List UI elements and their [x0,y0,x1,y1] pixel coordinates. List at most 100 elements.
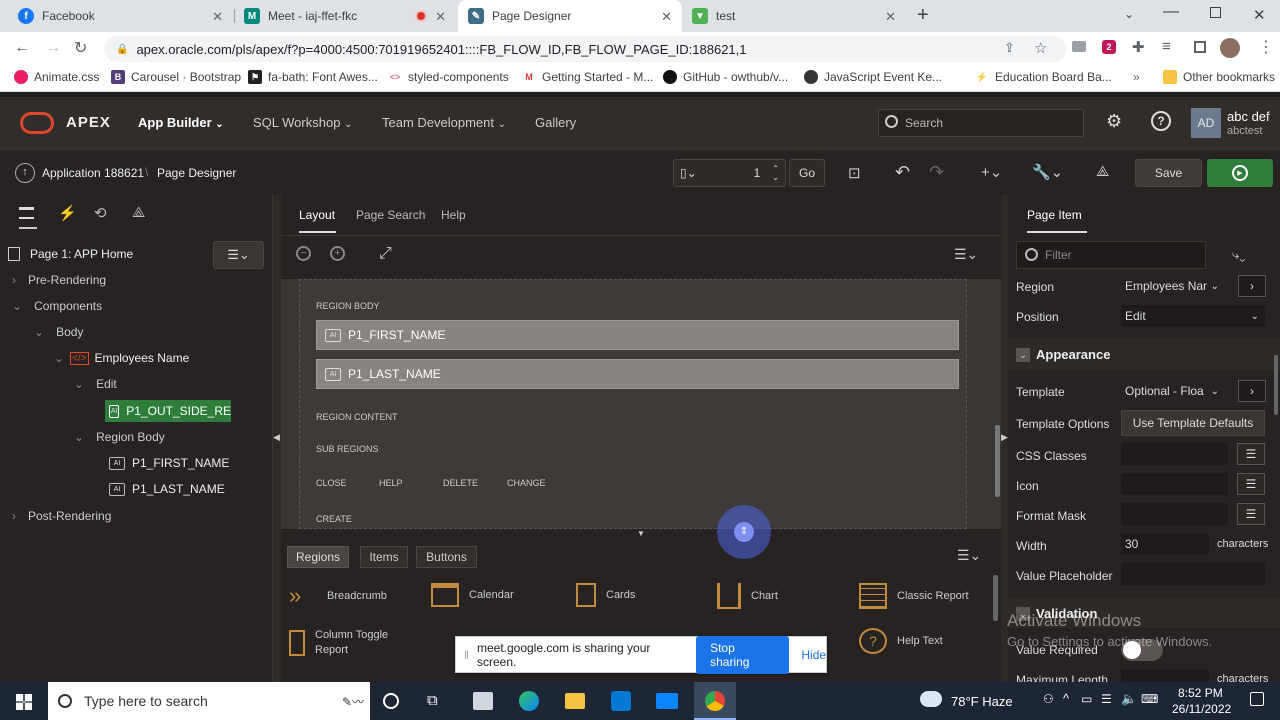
maximize-icon[interactable] [1210,7,1221,18]
bookmark-item[interactable]: Animate.css [14,70,99,84]
tree-node-components[interactable]: ⌄ Components [12,299,102,313]
tree-node-employees-name[interactable]: ⌄ </> Employees Name [54,351,189,365]
gallery-column-toggle-report[interactable]: Column Toggle Report [289,628,419,658]
extension-2-icon[interactable]: 2 [1102,40,1116,54]
volume-icon[interactable]: 🔈 [1121,691,1137,707]
go-button[interactable]: Go [789,159,825,187]
tree-node-pre-rendering[interactable]: › Pre-Rendering [12,273,106,287]
camera-icon[interactable] [1072,41,1086,52]
up-arrow-icon[interactable]: ↑ [15,163,35,183]
network-icon[interactable]: ▭ [1081,692,1092,706]
create-menu-icon[interactable]: +⌄ [981,163,1002,181]
weather-text[interactable]: 78°F Haze [951,694,1013,709]
tree-node-region-body[interactable]: ⌄ Region Body [74,430,165,444]
close-tab-icon[interactable]: ✕ [435,9,446,25]
profile-avatar-icon[interactable] [1220,38,1240,58]
bookmark-item[interactable]: M Getting Started - M... [522,70,653,84]
layout-menu-icon[interactable]: ☰⌄ [954,246,978,263]
reload-icon[interactable]: ↻ [74,38,87,58]
page-node[interactable]: Page 1: APP Home [8,247,133,261]
tree-node-edit[interactable]: ⌄ Edit [74,377,117,391]
undo-icon[interactable]: ↶ [895,162,910,183]
nav-app-builder[interactable]: App Builder ⌄ [138,115,224,130]
property-scrollbar[interactable] [1274,355,1278,415]
tree-node-p1-out-side-re[interactable]: AI P1_OUT_SIDE_RE [105,400,231,422]
bookmark-item[interactable]: GitHub - owthub/v... [663,70,788,84]
close-tab-icon[interactable]: ✕ [885,9,896,25]
nav-sql-workshop[interactable]: SQL Workshop ⌄ [253,115,352,130]
icon-list-button[interactable]: ☰ [1237,473,1265,495]
left-splitter[interactable]: ◀ [273,195,281,682]
drag-handle-icon[interactable]: ‖ [464,648,469,662]
tab-page-item[interactable]: Page Item [1027,208,1082,222]
oracle-logo-icon[interactable] [20,112,54,134]
tray-overflow-icon[interactable]: ^ [1063,691,1069,706]
gallery-tab-items[interactable]: Items [360,546,408,568]
go-to-group-icon[interactable]: ⤷⌄ [1232,247,1245,263]
forward-icon[interactable]: → [45,39,61,57]
new-tab-icon[interactable]: + [917,4,929,27]
taskbar-search-box[interactable]: Type here to search ✎〰 [48,682,370,720]
collapse-down-icon[interactable]: ▼ [637,529,645,538]
change-position[interactable]: CHANGE [507,478,546,488]
region-go-button[interactable]: › [1238,275,1266,297]
user-name[interactable]: abc def [1227,109,1270,124]
run-page-button[interactable]: ▶ [1207,159,1273,187]
weather-cloud-icon[interactable] [920,691,942,707]
processing-icon[interactable]: ⟲ [94,204,107,222]
value-placeholder-input[interactable] [1121,563,1265,585]
tab-test[interactable]: ▼ test ✕ [682,0,906,32]
nav-gallery[interactable]: Gallery [535,115,576,130]
property-filter-input[interactable]: Filter [1016,241,1206,269]
extensions-puzzle-icon[interactable]: ✚ [1132,38,1145,56]
more-bookmarks-icon[interactable]: » [1133,70,1140,84]
collapse-right-icon[interactable]: ▶ [1001,432,1008,443]
tree-node-post-rendering[interactable]: › Post-Rendering [12,509,111,523]
region-select[interactable]: Employees Nar ⌄ [1121,275,1225,297]
close-tab-icon[interactable]: ✕ [212,9,223,25]
zoom-in-icon[interactable]: + [330,246,345,261]
tree-node-body[interactable]: ⌄ Body [34,325,83,339]
zoom-out-icon[interactable]: − [296,246,311,261]
delete-position[interactable]: DELETE [443,478,478,488]
template-options-button[interactable]: Use Template Defaults [1121,410,1265,436]
side-panel-icon[interactable] [1194,41,1206,53]
gallery-scrollbar[interactable] [993,575,998,621]
bookmark-item[interactable]: ⚑ fa-bath: Font Awes... [248,70,378,84]
apex-logo-text[interactable]: APEX [66,114,111,131]
tab-facebook[interactable]: f Facebook ✕ [8,0,233,32]
tab-help[interactable]: Help [441,208,466,222]
gallery-cards[interactable]: Cards [576,583,635,607]
mail-icon[interactable] [656,693,678,709]
rendering-tab-icon[interactable] [19,207,34,219]
tab-search-icon[interactable]: ⌄ [1124,7,1134,21]
reading-list-icon[interactable]: ≡ [1162,38,1171,55]
notification-icon[interactable] [1250,692,1264,706]
minimize-icon[interactable]: — [1163,3,1179,21]
tree-menu-button[interactable]: ☰⌄ [213,241,264,269]
format-mask-input[interactable] [1121,503,1228,525]
utilities-wrench-icon[interactable]: 🔧⌄ [1032,163,1063,181]
close-position[interactable]: CLOSE [316,478,347,488]
tab-page-search[interactable]: Page Search [356,208,425,222]
tab-page-designer[interactable]: ✎ Page Designer ✕ [458,0,682,32]
bookmark-item[interactable]: <> styled-components [388,70,509,84]
gallery-tab-regions[interactable]: Regions [287,546,349,568]
collapse-left-icon[interactable]: ◀ [273,432,280,443]
edge-icon[interactable] [519,691,539,711]
width-input[interactable]: 30 [1121,533,1209,555]
gallery-chart[interactable]: Chart [717,583,778,609]
wifi-icon[interactable]: ☰ [1101,692,1112,706]
appearance-group-header[interactable]: ⌄ Appearance [1008,338,1280,370]
position-select[interactable]: Edit ⌄ [1121,305,1265,327]
breadcrumb-application[interactable]: Application 188621 [42,166,144,180]
item-p1-last-name[interactable]: AI P1_LAST_NAME [316,359,959,389]
redo-icon[interactable]: ↷ [929,162,944,183]
hide-sharing-button[interactable]: Hide [801,648,826,662]
clock-time[interactable]: 8:52 PM [1178,686,1223,700]
create-position[interactable]: CREATE [316,514,352,524]
other-bookmarks[interactable]: Other bookmarks [1163,70,1275,84]
tray-people-icon[interactable]: ⚇ [1043,692,1054,706]
dynamic-actions-icon[interactable]: ⚡ [58,204,77,222]
horizontal-splitter[interactable]: ▼ [281,529,1001,539]
